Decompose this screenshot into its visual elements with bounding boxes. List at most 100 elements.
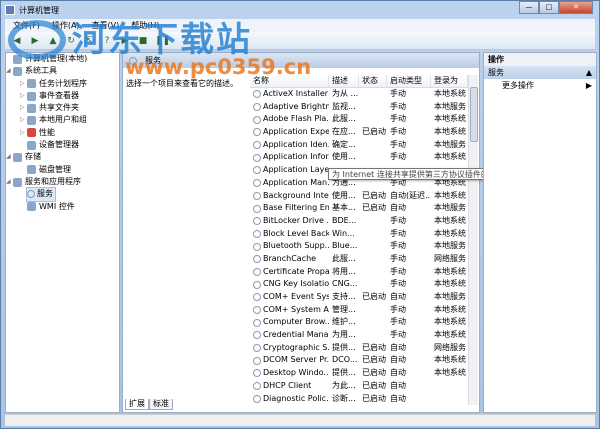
close-button[interactable]: ✕ bbox=[559, 1, 593, 14]
section-label: 服务 bbox=[488, 68, 504, 77]
service-row[interactable]: Adaptive Brightn...监视... 手动 本地服务 bbox=[250, 101, 468, 114]
tree-device-manager[interactable]: 设备管理器 bbox=[6, 139, 119, 151]
tree-services-apps[interactable]: ◢ 服务和应用程序 bbox=[6, 176, 119, 188]
service-startup-type: 手动 bbox=[390, 330, 406, 340]
column-startup-type[interactable]: 启动类型 bbox=[387, 75, 431, 87]
service-startup-type: 手动 bbox=[390, 139, 406, 149]
column-status[interactable]: 状态 bbox=[359, 75, 387, 87]
service-log-on-as: 网络服务 bbox=[434, 342, 466, 352]
tree-local-users[interactable]: ▷ 本地用户和组 bbox=[6, 114, 119, 126]
tab-extended[interactable]: 扩展 bbox=[125, 399, 149, 410]
service-description: 支持... bbox=[332, 292, 356, 301]
service-startup-type: 手动 bbox=[390, 101, 406, 111]
menu-action[interactable]: 操作(A) bbox=[52, 20, 80, 31]
service-description: Win... bbox=[332, 228, 355, 238]
start-service-icon[interactable]: ▶ bbox=[119, 35, 131, 47]
tree-services[interactable]: 服务 bbox=[6, 187, 119, 202]
stop-service-icon[interactable]: ■ bbox=[137, 35, 149, 47]
service-row[interactable]: Computer Brow... 维护... 手动 本地系统 bbox=[250, 316, 468, 329]
service-name: Application Laye... bbox=[250, 164, 329, 177]
column-name[interactable]: 名称 bbox=[250, 75, 329, 87]
service-row[interactable]: Base Filtering En...基本... 已启动自动 本地服务 bbox=[250, 202, 468, 215]
tree-shared-folders[interactable]: ▷ 共享文件夹 bbox=[6, 102, 119, 114]
service-row[interactable]: Application Infor... 使用... 手动 本地系统 bbox=[250, 151, 468, 164]
export-icon[interactable]: ⇱ bbox=[83, 35, 95, 47]
service-icon bbox=[253, 217, 261, 226]
pane-title: 服务 bbox=[145, 56, 161, 65]
service-row[interactable]: ActiveX Installer ...为从 ... 手动 本地系统 bbox=[250, 88, 468, 101]
column-description[interactable]: 描述 bbox=[329, 75, 359, 87]
tree-system-tools[interactable]: ◢ 系统工具 bbox=[6, 65, 119, 77]
service-name-text: BitLocker Drive ... bbox=[263, 215, 329, 225]
maximize-button[interactable]: □ bbox=[539, 1, 559, 14]
service-description: BDE... bbox=[332, 215, 357, 225]
menu-help[interactable]: 帮助(H) bbox=[131, 20, 159, 31]
tree-task-scheduler[interactable]: ▷ 任务计划程序 bbox=[6, 78, 119, 90]
column-log-on-as[interactable]: 登录为 bbox=[431, 75, 468, 87]
service-startup-type: 自动 bbox=[390, 203, 406, 213]
tree-storage[interactable]: ◢ 存储 bbox=[6, 151, 119, 163]
tree-label: 性能 bbox=[39, 127, 55, 137]
help-icon[interactable]: ? bbox=[101, 35, 113, 47]
service-log-on-as: 本地系统 bbox=[434, 304, 466, 314]
tab-standard[interactable]: 标准 bbox=[149, 399, 173, 410]
service-row[interactable]: COM+ Event Sys...支持... 已启动自动 本地服务 bbox=[250, 291, 468, 304]
tree-root[interactable]: 计算机管理(本地) bbox=[6, 53, 119, 65]
vertical-scrollbar[interactable] bbox=[468, 75, 478, 405]
more-actions[interactable]: 更多操作 ▶ bbox=[484, 79, 596, 93]
menu-file[interactable]: 文件(F) bbox=[13, 20, 40, 31]
pause-service-icon[interactable]: ❚❚ bbox=[155, 35, 170, 47]
service-row[interactable]: Block Level Back...Win... 手动 本地系统 bbox=[250, 228, 468, 241]
service-startup-type: 自动(延迟... bbox=[390, 190, 431, 200]
service-description: 提供... bbox=[332, 342, 356, 352]
service-description: 为从 ... bbox=[332, 89, 359, 98]
service-description: 提供... bbox=[332, 368, 356, 378]
service-row[interactable]: Application Iden... 确定... 手动 本地服务 bbox=[250, 139, 468, 152]
tree-wmi[interactable]: WMI 控件 bbox=[6, 201, 119, 213]
service-row[interactable]: Credential Mana... 为用... 手动 本地系统 bbox=[250, 329, 468, 342]
service-startup-type: 自动 bbox=[390, 342, 406, 352]
up-icon[interactable]: ▲ bbox=[47, 35, 59, 47]
forward-icon[interactable]: ▶ bbox=[29, 35, 41, 47]
tree-disk-management[interactable]: 磁盘管理 bbox=[6, 164, 119, 176]
service-name-text: Application Infor... bbox=[263, 152, 329, 162]
service-row[interactable]: BitLocker Drive ... BDE... 手动 本地系统 bbox=[250, 215, 468, 228]
service-name-text: BranchCache bbox=[263, 253, 317, 263]
menu-view[interactable]: 查看(V) bbox=[92, 20, 120, 31]
service-log-on-as: 本地系统 bbox=[434, 317, 466, 327]
service-row[interactable]: Diagnostic Polic... 诊断... 已启动 自动 bbox=[250, 393, 468, 406]
tree-label: 服务和应用程序 bbox=[25, 176, 81, 186]
tree-event-viewer[interactable]: ▷ 事件查看器 bbox=[6, 90, 119, 102]
service-row[interactable]: Application Expe...在应... 已启动手动 本地系统 bbox=[250, 126, 468, 139]
service-icon bbox=[253, 191, 261, 200]
service-row[interactable]: BranchCache 此服... 手动 网络服务 bbox=[250, 253, 468, 266]
service-icon bbox=[253, 318, 261, 327]
actions-pane: 操作 服务 ▲ 更多操作 ▶ bbox=[483, 52, 597, 413]
service-row[interactable]: Bluetooth Supp... Blue... 手动 本地服务 bbox=[250, 240, 468, 253]
scroll-thumb[interactable] bbox=[470, 87, 478, 142]
service-status: 已启动 bbox=[362, 342, 386, 352]
service-name: Adobe Flash Pla... bbox=[250, 113, 329, 126]
service-row[interactable]: CNG Key Isolation CNG... 手动 本地系统 bbox=[250, 278, 468, 291]
service-name: Application Man... bbox=[250, 177, 329, 190]
service-status bbox=[359, 215, 387, 228]
collapse-icon[interactable]: ▲ bbox=[586, 66, 592, 79]
minimize-button[interactable]: — bbox=[519, 1, 539, 14]
service-row[interactable]: Cryptographic S... 提供... 已启动 自动 网络服务 bbox=[250, 342, 468, 355]
service-row[interactable]: Background Inte...使用... 已启动自动(延迟...本地系统 bbox=[250, 190, 468, 203]
service-row[interactable]: Certificate Propa...将用... 手动 本地系统 bbox=[250, 266, 468, 279]
back-icon[interactable]: ◀ bbox=[11, 35, 23, 47]
tree-performance[interactable]: ▷ 性能 bbox=[6, 127, 119, 139]
service-row[interactable]: DHCP Client 为此... 已启动 自动 bbox=[250, 380, 468, 393]
tree-label: 设备管理器 bbox=[39, 140, 79, 150]
actions-section-services[interactable]: 服务 ▲ bbox=[484, 66, 596, 79]
service-name-text: Desktop Windo... bbox=[263, 368, 329, 378]
service-row[interactable]: DCOM Server Pr... DCO... 已启动 自动 本地系统 bbox=[250, 354, 468, 367]
service-row[interactable]: Desktop Windo... 提供... 已启动 自动 本地系统 bbox=[250, 367, 468, 380]
service-name-text: Background Inte... bbox=[263, 190, 329, 200]
service-description: 维护... bbox=[332, 317, 356, 327]
service-row[interactable]: Adobe Flash Pla... 此服... 手动 本地系统 bbox=[250, 113, 468, 126]
service-row[interactable]: COM+ System A...管理... 手动 本地系统 bbox=[250, 304, 468, 317]
tree-label: 服务 bbox=[37, 189, 53, 199]
refresh-icon[interactable]: ↻ bbox=[65, 35, 77, 47]
